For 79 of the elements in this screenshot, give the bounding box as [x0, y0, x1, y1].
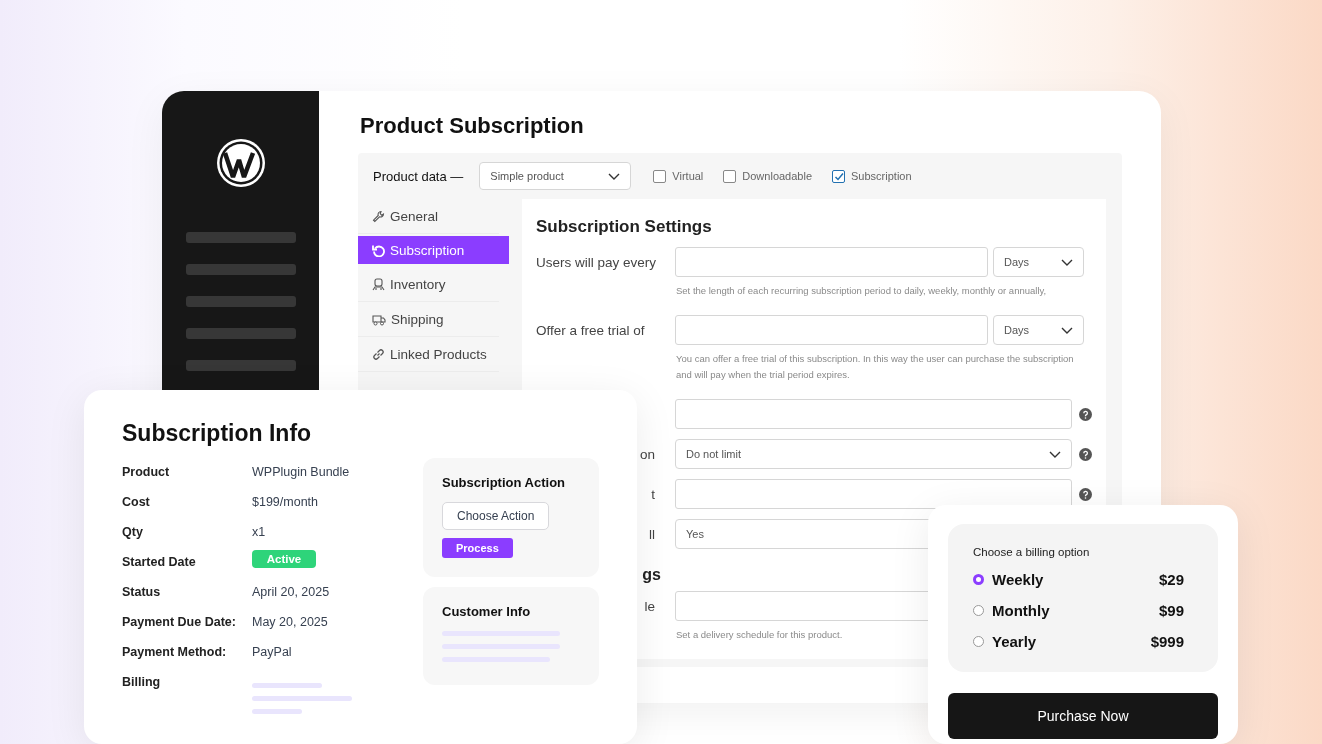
help-icon[interactable] — [1079, 447, 1092, 461]
field-label: Offer a free trial of — [536, 322, 646, 338]
text-input[interactable] — [675, 247, 988, 277]
card-title: Subscription Info — [122, 420, 313, 447]
tab[interactable]: Inventory — [358, 267, 499, 302]
robot-icon — [372, 277, 385, 291]
field-label: Cost — [122, 495, 151, 509]
tab[interactable]: Linked Products — [358, 337, 499, 372]
checkbox-label: Virtual — [672, 170, 704, 182]
field-label: Payment Due Date: — [122, 615, 237, 629]
chevron-down-icon — [608, 172, 621, 180]
checkmark-icon — [833, 171, 844, 181]
field-value: May 20, 2025 — [252, 615, 328, 629]
field-value: $199/month — [252, 495, 319, 509]
tab[interactable]: Shipping — [358, 302, 499, 337]
text-input[interactable] — [675, 479, 1072, 509]
chevron-down-icon — [1061, 326, 1073, 334]
field-label: Payment Method: — [122, 645, 228, 659]
radio-button[interactable] — [973, 574, 984, 585]
help-text: You can offer a free trial of this subscription. In this way the user can purchase the subscription and will pay when the trial period expires. — [676, 352, 1075, 382]
option-price: $29 — [1158, 571, 1184, 588]
field-value: PayPal — [252, 645, 292, 659]
logo-icon[interactable] — [215, 138, 266, 188]
checkbox[interactable] — [832, 169, 846, 183]
field-label: Status — [122, 585, 162, 599]
checkbox[interactable] — [723, 169, 737, 183]
dropdown-select[interactable]: Do not limit — [675, 439, 1072, 469]
help-text: Set the length of each recurring subscription period to daily, weekly, monthly or annually, — [676, 284, 1047, 298]
checkbox[interactable] — [653, 169, 667, 183]
field-value: x1 — [252, 525, 266, 539]
section-title: Subscription Settings — [536, 217, 713, 237]
product-data-label: Product data — — [373, 168, 464, 184]
help-icon[interactable] — [1079, 487, 1092, 501]
field-value: WPPlugin Bundle — [252, 465, 350, 479]
placeholder-line — [252, 683, 322, 688]
option-label[interactable]: Weekly — [992, 571, 1044, 588]
billing-prompt: Choose a billing option — [973, 546, 1091, 558]
radio-button[interactable] — [973, 636, 984, 647]
panel-title: Customer Info — [442, 604, 532, 619]
section-title: gs — [642, 566, 661, 583]
field-label: Users will pay every — [536, 254, 658, 270]
field-label: on — [639, 446, 655, 462]
field-label: Qty — [122, 525, 144, 539]
radio-button[interactable] — [973, 605, 984, 616]
checkbox-label: Downloadable — [742, 170, 813, 182]
option-label[interactable]: Yearly — [992, 633, 1037, 650]
purchase-button[interactable]: Purchase Now — [948, 693, 1218, 739]
process-button[interactable]: Process — [442, 538, 513, 558]
unit-select[interactable]: Days — [993, 315, 1084, 345]
product-type-select[interactable]: Simple product — [479, 162, 632, 190]
field-label: ll — [649, 526, 655, 542]
help-icon[interactable] — [1079, 407, 1092, 421]
tab[interactable]: General — [358, 199, 499, 234]
tab[interactable]: Subscription — [358, 236, 509, 264]
link-icon — [372, 347, 385, 361]
refresh-icon — [372, 243, 385, 257]
field-label: le — [644, 598, 655, 614]
field-label: Billing — [122, 675, 162, 689]
option-price: $999 — [1150, 633, 1184, 650]
field-label: Started Date — [122, 555, 197, 569]
field-label: t — [651, 486, 655, 502]
help-text: Set a delivery schedule for this product. — [676, 628, 843, 642]
option-label[interactable]: Monthly — [992, 602, 1050, 619]
wrench-icon — [372, 209, 385, 223]
chevron-down-icon — [1061, 258, 1073, 266]
panel-title: Subscription Action — [442, 475, 567, 490]
text-input[interactable] — [675, 399, 1072, 429]
checkbox-label: Subscription — [851, 170, 912, 182]
placeholder-line — [252, 709, 302, 714]
unit-select[interactable]: Days — [993, 247, 1084, 277]
field-value: April 20, 2025 — [252, 585, 330, 599]
chevron-down-icon — [1049, 450, 1061, 458]
page-title: Product Subscription — [360, 113, 585, 139]
text-input[interactable] — [675, 315, 988, 345]
truck-icon — [372, 312, 386, 326]
action-select[interactable]: Choose Action — [442, 502, 550, 530]
field-label: Product — [122, 465, 171, 479]
status-badge: Active — [252, 550, 316, 568]
option-price: $99 — [1158, 602, 1184, 619]
